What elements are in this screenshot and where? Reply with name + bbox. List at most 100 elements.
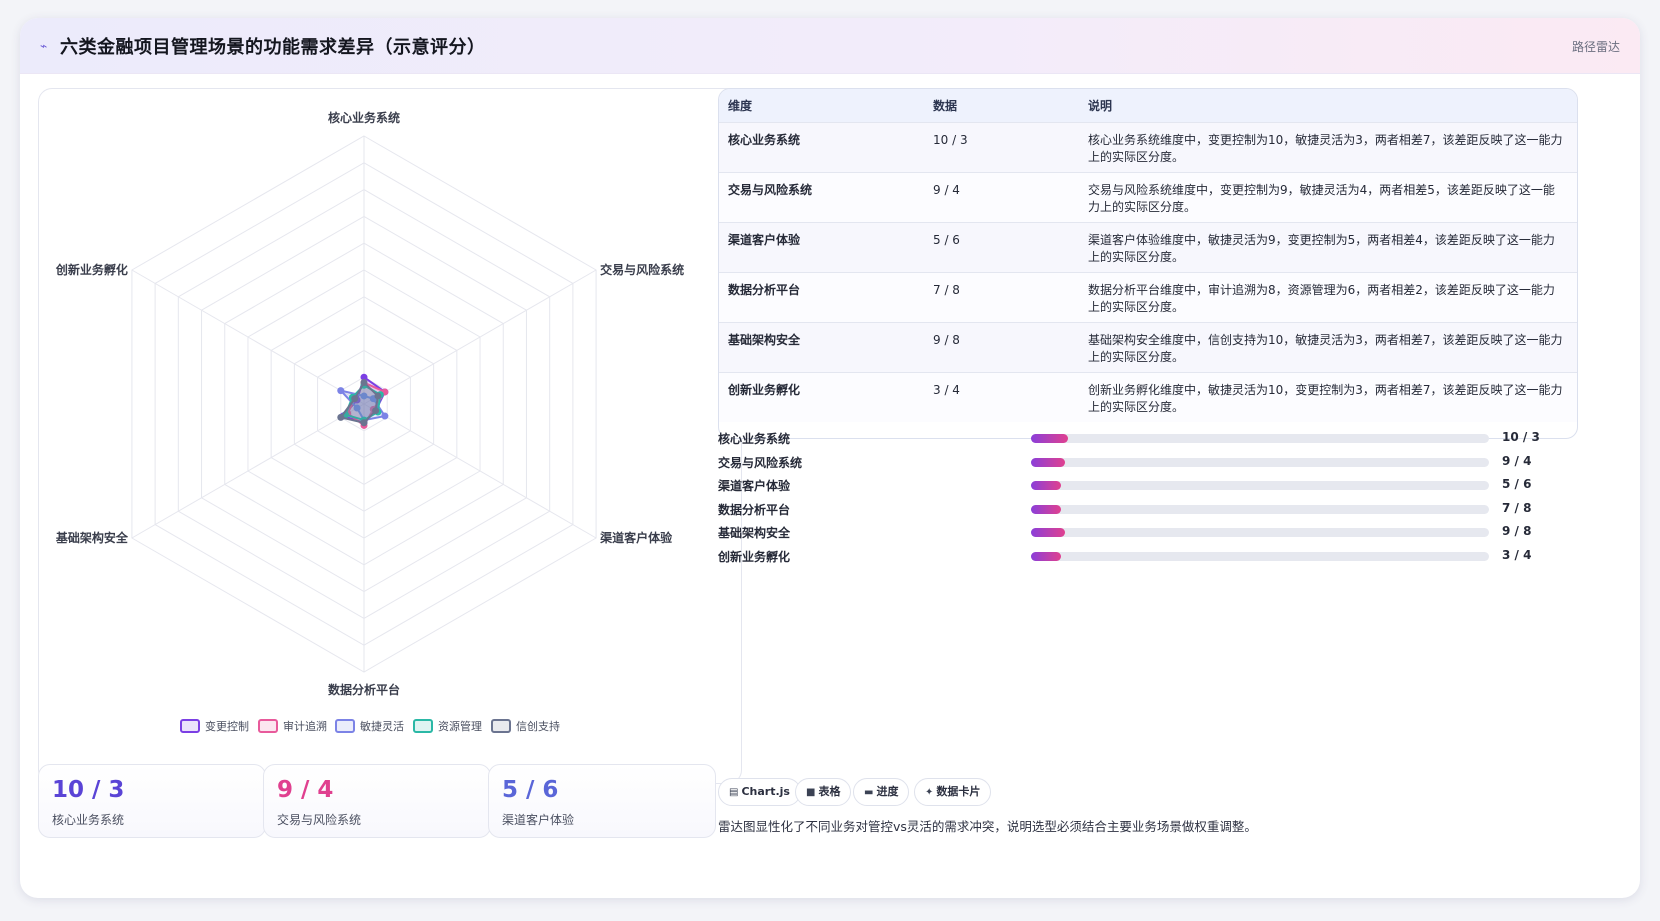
chart-icon: ▤: [729, 787, 739, 798]
progress-label: 创新业务孵化: [718, 549, 791, 564]
table-cell-dim: 基础架构安全: [728, 333, 801, 347]
legend-label: 资源管理: [438, 719, 482, 733]
card-header: ⌁ 六类金融项目管理场景的功能需求差异（示意评分） 路径雷达: [20, 18, 1640, 74]
progress-fill: [1031, 551, 1061, 561]
table-cell-desc: 数据分析平台维度中，审计追溯为8，资源管理为6，两者相差2，该差距反映了这一能力…: [1088, 283, 1555, 314]
chip-chart[interactable]: ▤ Chart.js: [718, 778, 801, 806]
progress-label: 核心业务系统: [718, 432, 791, 446]
chip-progress[interactable]: ▬ 进度: [853, 778, 910, 806]
progress-value: 7 / 8: [1502, 500, 1532, 515]
stat-label: 交易与风险系统: [277, 813, 362, 827]
progress-value: 9 / 4: [1502, 453, 1532, 468]
legend-label: 变更控制: [205, 719, 249, 733]
table-icon: ■: [806, 787, 816, 798]
table-header-data: 数据: [933, 99, 958, 113]
table-row: 渠道客户体验 5 / 6 渠道客户体验维度中，敏捷灵活为9，变更控制为5，两者相差4…: [719, 222, 1577, 272]
stat-value: 9 / 4: [277, 777, 334, 803]
legend-label: 信创支持: [516, 719, 560, 733]
radar-axis-label: 交易与风险系统: [600, 262, 684, 277]
radar-axis-label: 渠道客户体验: [600, 530, 673, 545]
progress-fill: [1031, 504, 1061, 514]
table-cell-dim: 数据分析平台: [728, 283, 801, 297]
table-row: 数据分析平台 7 / 8 数据分析平台维度中，审计追溯为8，资源管理为6，两者相差2…: [719, 272, 1577, 322]
chip-data-card[interactable]: ✦ 数据卡片: [914, 778, 992, 806]
radar-point: [381, 412, 389, 420]
table-cell-desc: 创新业务孵化维度中，敏捷灵活为10，变更控制为3，两者相差7，该差距反映了这一能…: [1088, 383, 1563, 414]
table-cell-data: 10 / 3: [933, 133, 968, 147]
table-cell-dim: 创新业务孵化: [728, 383, 801, 397]
table-cell-dim: 核心业务系统: [728, 133, 801, 147]
radar-point: [374, 392, 382, 400]
table-row: 交易与风险系统 9 / 4 交易与风险系统维度中，变更控制为9，敏捷灵活为4，两者相…: [719, 172, 1577, 222]
legend-swatch: [491, 719, 511, 733]
stat-card: 5 / 6 渠道客户体验: [488, 764, 716, 838]
progress-value: 9 / 8: [1502, 524, 1532, 538]
summary-note: 雷达图显性化了不同业务对管控vs灵活的需求冲突，说明选型必须结合主要业务场景做权…: [718, 819, 1257, 834]
table-cell-data: 5 / 6: [933, 233, 960, 247]
table-cell-data: 7 / 8: [933, 283, 960, 297]
radar-axis-label: 核心业务系统: [328, 110, 400, 125]
radar-axis-label: 基础架构安全: [55, 530, 129, 545]
table-cell-data: 9 / 8: [933, 333, 960, 347]
table-cell-desc: 渠道客户体验维度中，敏捷灵活为9，变更控制为5，两者相差4，该差距反映了这一能力…: [1088, 233, 1555, 264]
radar-point: [372, 407, 380, 415]
progress-label: 基础架构安全: [718, 526, 791, 540]
stat-label: 核心业务系统: [52, 813, 125, 827]
table-cell-desc: 基础架构安全维度中，信创支持为10，敏捷灵活为3，两者相差7，该差距反映了这一能…: [1088, 333, 1563, 364]
progress-value: 3 / 4: [1502, 547, 1532, 562]
table-header-desc: 说明: [1088, 99, 1113, 113]
progress-value: 5 / 6: [1502, 477, 1532, 491]
legend-swatch: [335, 719, 355, 733]
table-cell-data: 3 / 4: [933, 383, 960, 397]
progress-track: [1031, 504, 1489, 514]
progress-row: 创新业务孵化 3 / 4: [718, 546, 1578, 566]
radar-point: [351, 395, 359, 403]
progress-label: 渠道客户体验: [718, 479, 791, 493]
progress-row: 基础架构安全 9 / 8: [718, 522, 1578, 542]
legend-swatch: [180, 719, 200, 733]
stat-value: 10 / 3: [52, 777, 125, 803]
table-cell-desc: 交易与风险系统维度中，变更控制为9，敏捷灵活为4，两者相差5，该差距反映了这一能…: [1088, 183, 1555, 214]
chip-label: 数据卡片: [936, 785, 981, 798]
data-card-icon: ✦: [925, 787, 934, 798]
header-tag: 路径雷达: [1571, 40, 1620, 54]
table-row: 核心业务系统 10 / 3 核心业务系统维度中，变更控制为10，敏捷灵活为3，两者相…: [719, 122, 1577, 172]
radar-axis-label: 数据分析平台: [328, 682, 400, 697]
progress-track: [1031, 551, 1489, 561]
progress-fill: [1031, 434, 1068, 443]
legend-swatch: [258, 719, 278, 733]
table-row: 基础架构安全 9 / 8 基础架构安全维度中，信创支持为10，敏捷灵活为3，两者相差…: [719, 322, 1577, 372]
chip-label: Chart.js: [741, 785, 790, 798]
radar-point: [337, 413, 345, 421]
table-cell-dim: 渠道客户体验: [728, 233, 801, 247]
table-cell-data: 9 / 4: [933, 183, 960, 197]
progress-icon: ▬: [864, 787, 874, 798]
radar-chart-panel: 核心业务系统 交易与风险系统 渠道客户体验 数据分析平台 基础架构安全 创新业务孵化 变更控…: [38, 88, 742, 784]
table-row: 创新业务孵化 3 / 4 创新业务孵化维度中，敏捷灵活为10，变更控制为3，两者相差…: [719, 372, 1577, 422]
stat-value: 5 / 6: [502, 777, 559, 803]
progress-fill: [1031, 457, 1066, 467]
table-header-dim: 维度: [728, 99, 753, 113]
radar-point: [360, 379, 368, 387]
progress-label: 数据分析平台: [718, 502, 791, 517]
radar-point: [337, 387, 345, 395]
legend-swatch: [413, 719, 433, 733]
progress-row: 渠道客户体验 5 / 6: [718, 475, 1578, 495]
table-header-row: 维度 数据 说明: [719, 89, 1577, 122]
trend-line-icon: ⌁: [40, 39, 48, 53]
legend-label: 敏捷灵活: [360, 719, 404, 733]
stat-label: 渠道客户体验: [502, 813, 575, 827]
progress-label: 交易与风险系统: [718, 455, 803, 470]
stat-card: 10 / 3 核心业务系统: [38, 764, 266, 838]
progress-row: 数据分析平台 7 / 8: [718, 499, 1578, 519]
chip-table[interactable]: ■ 表格: [795, 778, 852, 806]
progress-fill: [1031, 481, 1061, 490]
table-cell-dim: 交易与风险系统: [728, 183, 813, 197]
progress-row: 交易与风险系统 9 / 4: [718, 452, 1578, 472]
progress-track: [1031, 434, 1489, 443]
radar-point: [360, 419, 368, 427]
chip-label: 进度: [876, 785, 899, 798]
progress-value: 10 / 3: [1502, 430, 1540, 444]
progress-track: [1031, 481, 1489, 490]
table-cell-desc: 核心业务系统维度中，变更控制为10，敏捷灵活为3，两者相差7，该差距反映了这一能…: [1088, 133, 1563, 164]
